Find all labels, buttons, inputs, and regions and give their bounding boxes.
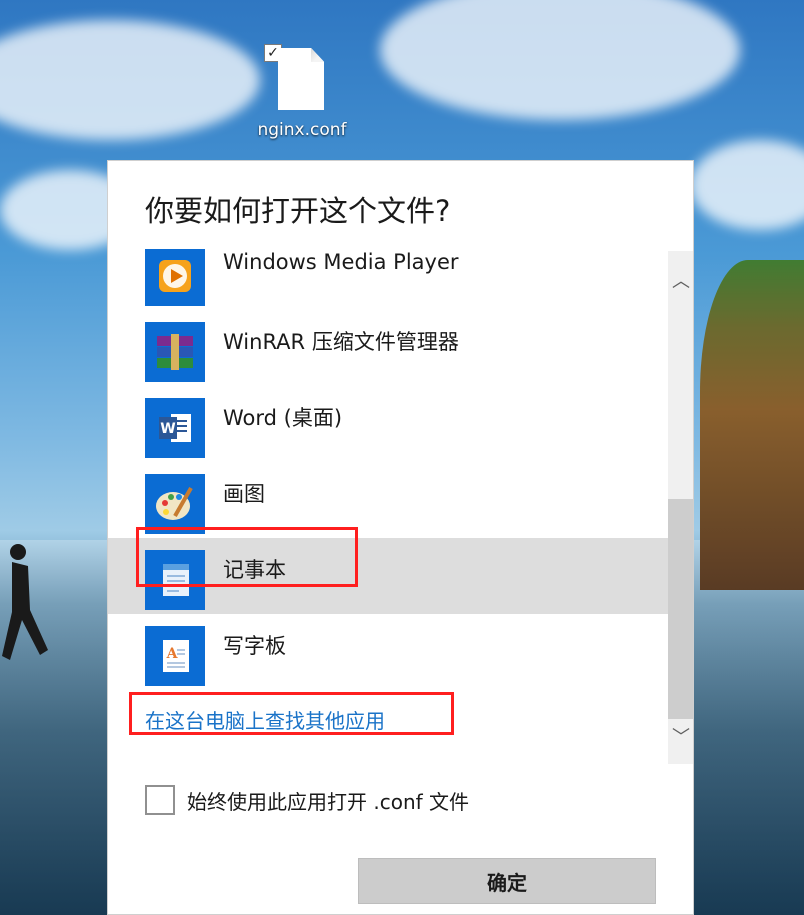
app-item-paint[interactable]: 画图 (108, 462, 668, 538)
file-name-label: nginx.conf (257, 120, 347, 140)
app-list-scrollbar[interactable]: ︿ ﹀ (668, 251, 693, 764)
desktop-file-nginx-conf[interactable]: ✓ nginx.conf (248, 42, 356, 142)
app-item-wordpad[interactable]: A 写字板 (108, 614, 668, 690)
chevron-down-icon[interactable]: ﹀ (668, 719, 693, 753)
app-label: 画图 (223, 482, 265, 506)
cliff (700, 260, 804, 590)
word-icon: W (145, 398, 205, 458)
wordpad-icon: A (145, 626, 205, 686)
app-label: Word (桌面) (223, 406, 343, 430)
app-label: 记事本 (223, 558, 286, 582)
cloud (380, 0, 740, 120)
runner-silhouette (2, 544, 48, 660)
cloud (690, 140, 804, 230)
find-other-apps-link[interactable]: 在这台电脑上查找其他应用 (145, 705, 385, 734)
scrollbar-thumb[interactable] (668, 499, 693, 719)
cloud (0, 20, 260, 140)
always-use-checkbox[interactable] (145, 785, 175, 815)
svg-text:W: W (160, 421, 175, 437)
app-label: Windows Media Player (223, 250, 459, 274)
svg-text:A: A (166, 646, 179, 662)
winrar-icon (145, 322, 205, 382)
app-list: Windows Media Player WinRAR 压缩文件管理器 W Wo… (108, 249, 668, 769)
ok-button[interactable]: 确定 (358, 858, 656, 904)
always-use-row[interactable]: 始终使用此应用打开 .conf 文件 (145, 783, 469, 817)
app-item-winrar[interactable]: WinRAR 压缩文件管理器 (108, 310, 668, 386)
dialog-title: 你要如何打开这个文件? (145, 194, 451, 228)
chevron-up-icon[interactable]: ︿ (668, 263, 693, 297)
app-item-notepad[interactable]: 记事本 (108, 538, 668, 614)
app-item-word[interactable]: W Word (桌面) (108, 386, 668, 462)
paint-icon (145, 474, 205, 534)
notepad-icon (145, 550, 205, 610)
app-label: 写字板 (223, 634, 286, 658)
always-use-label: 始终使用此应用打开 .conf 文件 (187, 789, 470, 814)
app-label: WinRAR 压缩文件管理器 (223, 330, 459, 354)
app-item-windows-media-player[interactable]: Windows Media Player (108, 249, 668, 310)
windows-media-player-icon (145, 249, 205, 306)
open-with-dialog: 你要如何打开这个文件? Windows Media Player WinRAR … (107, 160, 694, 915)
